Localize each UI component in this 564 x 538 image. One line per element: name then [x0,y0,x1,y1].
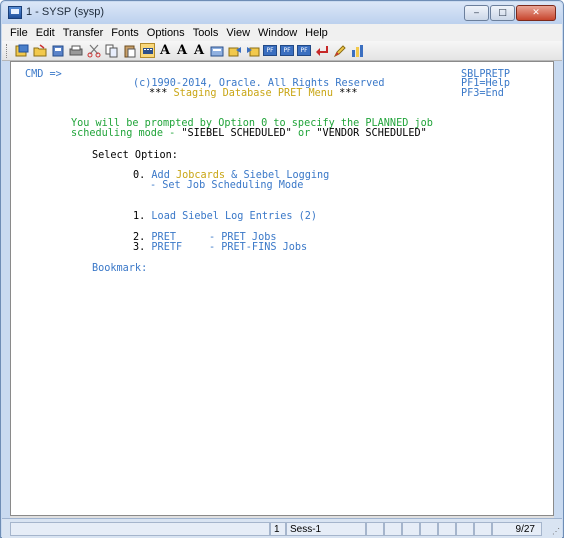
macro-icon[interactable] [209,43,224,58]
print-icon[interactable] [50,43,65,58]
option-3-number: 3. [133,242,146,253]
status-cell-e [438,522,456,536]
option-3-code: PRETF [151,242,183,253]
send-icon[interactable] [227,43,242,58]
cmd-label[interactable]: CMD => [25,69,62,80]
menu-tools[interactable]: Tools [189,27,223,39]
emulator-window: 1 - SYSP (sysp) ‒ □ ✕ File Edit Transfer… [0,0,564,538]
session-number: 1 [270,522,286,536]
menu-title-text: Staging Database PRET Menu [173,88,334,99]
select-option-label: Select Option: [92,150,178,161]
title-bar[interactable]: 1 - SYSP (sysp) ‒ □ ✕ [2,2,562,24]
menu-window[interactable]: Window [254,27,301,39]
status-cell-f [456,522,474,536]
menu-edit[interactable]: Edit [32,27,59,39]
edit-icon[interactable] [332,43,347,58]
status-message-cell [10,522,270,536]
keyboard-map-icon[interactable] [140,43,155,58]
pf3-icon[interactable]: PF [297,45,311,56]
menu-title: *** Staging Database PRET Menu *** [149,88,358,99]
toolbar: A A A PF PF PF [2,41,562,61]
receive-icon[interactable] [245,43,260,58]
pf2-icon[interactable]: PF [280,45,294,56]
option-1[interactable]: 1. Load Siebel Log Entries (2) [133,211,317,222]
menu-help[interactable]: Help [301,27,332,39]
maximize-button[interactable]: □ [490,5,515,21]
terminal-screen[interactable]: CMD => SBLPRETP (c)1990-2014, Oracle. Al… [10,61,554,516]
toolbar-grip[interactable] [6,43,9,58]
cursor-position: 9/27 [492,522,542,536]
option-3[interactable]: 3. PRETF [133,242,182,253]
session-name: Sess-1 [286,522,366,536]
menu-file[interactable]: File [6,27,32,39]
prompt-line-2: scheduling mode - "SIEBEL SCHEDULED" or … [71,128,427,139]
prompt-line-2-a: scheduling mode - [71,128,182,139]
close-button[interactable]: ✕ [516,5,556,21]
font-a-smaller-icon[interactable]: A [175,43,189,58]
option-1-text: Load Siebel Log Entries (2) [151,211,318,222]
menu-fonts[interactable]: Fonts [107,27,143,39]
bookmark-label[interactable]: Bookmark: [92,263,147,274]
app-icon[interactable] [8,6,22,19]
option-1-number: 1. [133,211,146,222]
prompt-line-2-or: or [291,128,317,139]
chart-icon[interactable] [350,43,365,58]
minimize-button[interactable]: ‒ [464,5,489,21]
new-session-icon[interactable] [14,43,29,58]
cut-icon[interactable] [86,43,101,58]
menu-options[interactable]: Options [143,27,189,39]
open-icon[interactable] [32,43,47,58]
menu-bar: File Edit Transfer Fonts Options Tools V… [2,24,562,41]
status-cell-d [420,522,438,536]
siebel-scheduled-text: "SIEBEL SCHEDULED" [181,128,292,139]
menu-title-stars-left: *** [149,88,168,99]
menu-transfer[interactable]: Transfer [59,27,108,39]
option-0-number: 0. [133,170,146,181]
copy-icon[interactable] [104,43,119,58]
print-screen-icon[interactable] [68,43,83,58]
font-a-larger-icon[interactable]: A [192,43,206,58]
menu-view[interactable]: View [222,27,254,39]
option-0-subtext: - Set Job Scheduling Mode [150,180,304,191]
status-cell-c [402,522,420,536]
status-cell-b [384,522,402,536]
status-cell-a [366,522,384,536]
status-bar: 1 Sess-1 9/27 ⋰ [2,518,562,538]
vendor-scheduled-text: "VENDOR SCHEDULED" [316,128,427,139]
window-title: 1 - SYSP (sysp) [26,6,105,18]
pf-icon[interactable]: PF [263,45,277,56]
pf3-end[interactable]: PF3=End [461,88,504,99]
enter-icon[interactable] [314,43,329,58]
resize-grip-icon[interactable]: ⋰ [552,527,560,536]
option-3-desc: - PRET-FINS Jobs [209,242,308,253]
menu-title-stars-right: *** [339,88,358,99]
paste-icon[interactable] [122,43,137,58]
font-a-icon[interactable]: A [158,43,172,58]
status-cell-g [474,522,492,536]
